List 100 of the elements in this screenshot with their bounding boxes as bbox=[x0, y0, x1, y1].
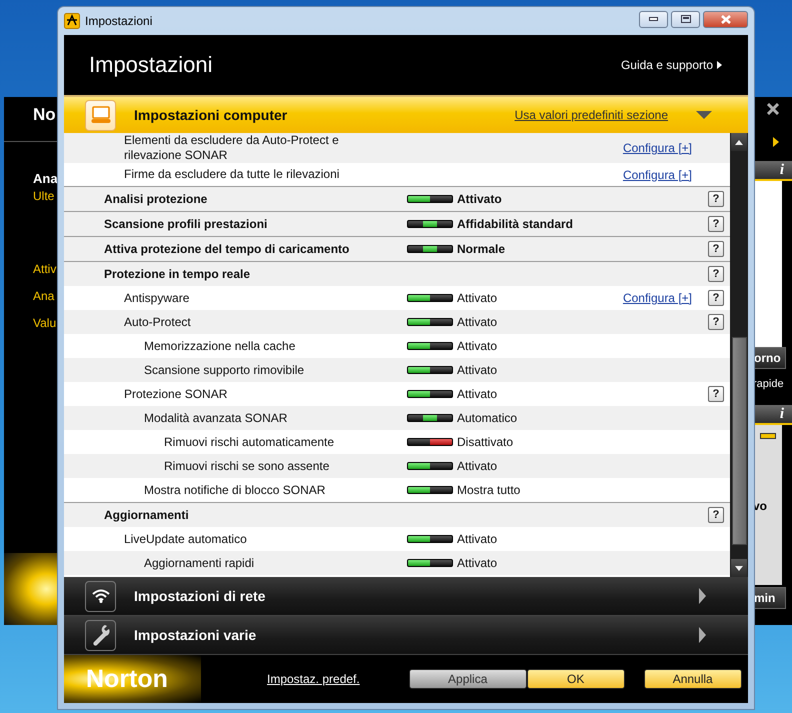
app-icon bbox=[64, 13, 80, 29]
caret-right-icon[interactable] bbox=[699, 627, 706, 643]
minimize-icon bbox=[649, 17, 658, 21]
slider-track[interactable] bbox=[407, 195, 453, 203]
help-button[interactable]: ? bbox=[708, 314, 724, 330]
section-title: Impostazioni computer bbox=[134, 107, 288, 123]
slider-thumb[interactable] bbox=[408, 391, 430, 397]
menu-link[interactable]: Ana bbox=[4, 288, 57, 304]
page-title: Impostazioni bbox=[89, 52, 213, 78]
slider-track[interactable] bbox=[407, 414, 453, 422]
slider-track[interactable] bbox=[407, 220, 453, 228]
slider-track[interactable] bbox=[407, 462, 453, 470]
help-button[interactable]: ? bbox=[708, 266, 724, 282]
close-icon[interactable] bbox=[767, 103, 779, 115]
setting-label: Modalità avanzata SONAR bbox=[143, 410, 288, 426]
slider-track[interactable] bbox=[407, 245, 453, 253]
scroll-up-icon[interactable] bbox=[735, 140, 743, 144]
slider-thumb[interactable] bbox=[408, 536, 430, 542]
slider-thumb[interactable] bbox=[408, 463, 430, 469]
configure-link[interactable]: Configura [+] bbox=[622, 141, 692, 155]
menu-link[interactable]: Attiv bbox=[4, 261, 57, 277]
setting-value: Attivato bbox=[457, 459, 498, 473]
slider-thumb[interactable] bbox=[408, 319, 430, 325]
section-title: Impostazioni varie bbox=[134, 627, 256, 643]
setting-value: Attivato bbox=[457, 192, 503, 206]
caret-down-icon[interactable] bbox=[696, 111, 712, 119]
slider-thumb[interactable] bbox=[408, 560, 430, 566]
minimize-button[interactable] bbox=[639, 10, 668, 28]
slider-thumb[interactable] bbox=[422, 221, 438, 227]
setting-value: Attivato bbox=[457, 532, 498, 546]
subtitle-text: Ulte bbox=[32, 188, 56, 204]
configure-link[interactable]: Configura [+] bbox=[622, 168, 692, 182]
menu-link[interactable]: Valu bbox=[4, 315, 57, 331]
maximize-button[interactable] bbox=[671, 10, 700, 28]
help-button[interactable]: ? bbox=[708, 386, 724, 402]
slider-track[interactable] bbox=[407, 438, 453, 446]
slider-thumb[interactable] bbox=[422, 415, 438, 421]
slider-thumb[interactable] bbox=[430, 439, 452, 445]
slider-track[interactable] bbox=[407, 342, 453, 350]
slider-track[interactable] bbox=[407, 486, 453, 494]
triangle-right-icon bbox=[717, 61, 722, 69]
reset-link[interactable]: Usa valori predefiniti sezione bbox=[514, 108, 668, 122]
panel-button[interactable]: min bbox=[753, 587, 786, 609]
close-button[interactable] bbox=[703, 10, 748, 28]
help-button[interactable]: ? bbox=[708, 241, 724, 257]
defaults-link[interactable]: Impostaz. predef. bbox=[267, 672, 360, 686]
help-button[interactable]: ? bbox=[708, 216, 724, 232]
glow-graphic bbox=[4, 553, 57, 625]
triangle-right-icon bbox=[773, 137, 779, 147]
slider-thumb[interactable] bbox=[422, 246, 438, 252]
info-badge[interactable]: i bbox=[753, 161, 792, 181]
panel-button[interactable]: orno bbox=[753, 347, 786, 369]
setting-label: Aggiornamenti rapidi bbox=[143, 556, 256, 570]
slider-track[interactable] bbox=[407, 535, 453, 543]
help-button[interactable]: ? bbox=[708, 290, 724, 306]
setting-value: Attivato bbox=[457, 387, 498, 401]
slider-track[interactable] bbox=[407, 294, 453, 302]
slider-track[interactable] bbox=[407, 559, 453, 567]
maximize-icon bbox=[680, 15, 690, 23]
slider-track[interactable] bbox=[407, 318, 453, 326]
window-title: Impostazioni bbox=[85, 14, 152, 28]
setting-label: Rimuovi rischi se sono assente bbox=[163, 458, 330, 474]
setting-value: Normale bbox=[457, 242, 506, 256]
section-bar[interactable]: Impostazioni computer Usa valori predefiniti sezione bbox=[64, 95, 748, 133]
slider-track[interactable] bbox=[407, 390, 453, 398]
section-bar[interactable]: Impostazioni di rete bbox=[64, 577, 748, 616]
help-button[interactable]: ? bbox=[708, 507, 724, 523]
setting-value: Disattivato bbox=[457, 435, 514, 449]
slider-thumb[interactable] bbox=[408, 295, 430, 301]
slider-thumb[interactable] bbox=[408, 367, 430, 373]
configure-link[interactable]: Configura [+] bbox=[622, 291, 692, 305]
scrollbar[interactable] bbox=[730, 133, 748, 577]
slider-thumb[interactable] bbox=[408, 343, 430, 349]
setting-label: Protezione in tempo reale bbox=[103, 266, 252, 282]
scroll-thumb[interactable] bbox=[732, 337, 746, 545]
slider-thumb[interactable] bbox=[408, 487, 430, 493]
section-bar[interactable]: Impostazioni varie bbox=[64, 616, 748, 655]
slider-track[interactable] bbox=[407, 366, 453, 374]
footer-button[interactable]: Annulla bbox=[644, 669, 742, 689]
setting-label: Mostra notifiche di blocco SONAR bbox=[143, 482, 326, 498]
footer-button[interactable]: OK bbox=[526, 669, 625, 689]
info-badge[interactable]: i bbox=[753, 405, 792, 425]
caret-right-icon[interactable] bbox=[699, 588, 706, 604]
help-button[interactable]: ? bbox=[708, 191, 724, 207]
scroll-down-icon[interactable] bbox=[735, 566, 743, 570]
setting-value: Attivato bbox=[457, 339, 498, 353]
setting-label: Auto-Protect bbox=[123, 314, 192, 330]
monitor-icon bbox=[90, 106, 110, 124]
setting-label: Analisi protezione bbox=[103, 192, 208, 206]
setting-value: Automatico bbox=[457, 411, 518, 425]
setting-value: Attivato bbox=[457, 291, 498, 305]
setting-label: Antispyware bbox=[123, 290, 190, 306]
row-label: Elementi da escludere da Auto-Protect e rilevazione SONAR bbox=[123, 133, 340, 163]
setting-label: Aggiornamenti bbox=[103, 508, 190, 522]
setting-label: Attiva protezione del tempo di caricamento bbox=[103, 242, 350, 256]
help-link[interactable]: Guida e supporto bbox=[620, 58, 722, 72]
setting-label: LiveUpdate automatico bbox=[123, 532, 248, 546]
caption-text: rapide bbox=[753, 377, 785, 391]
setting-value: Attivato bbox=[457, 363, 498, 377]
slider-thumb[interactable] bbox=[408, 196, 430, 202]
